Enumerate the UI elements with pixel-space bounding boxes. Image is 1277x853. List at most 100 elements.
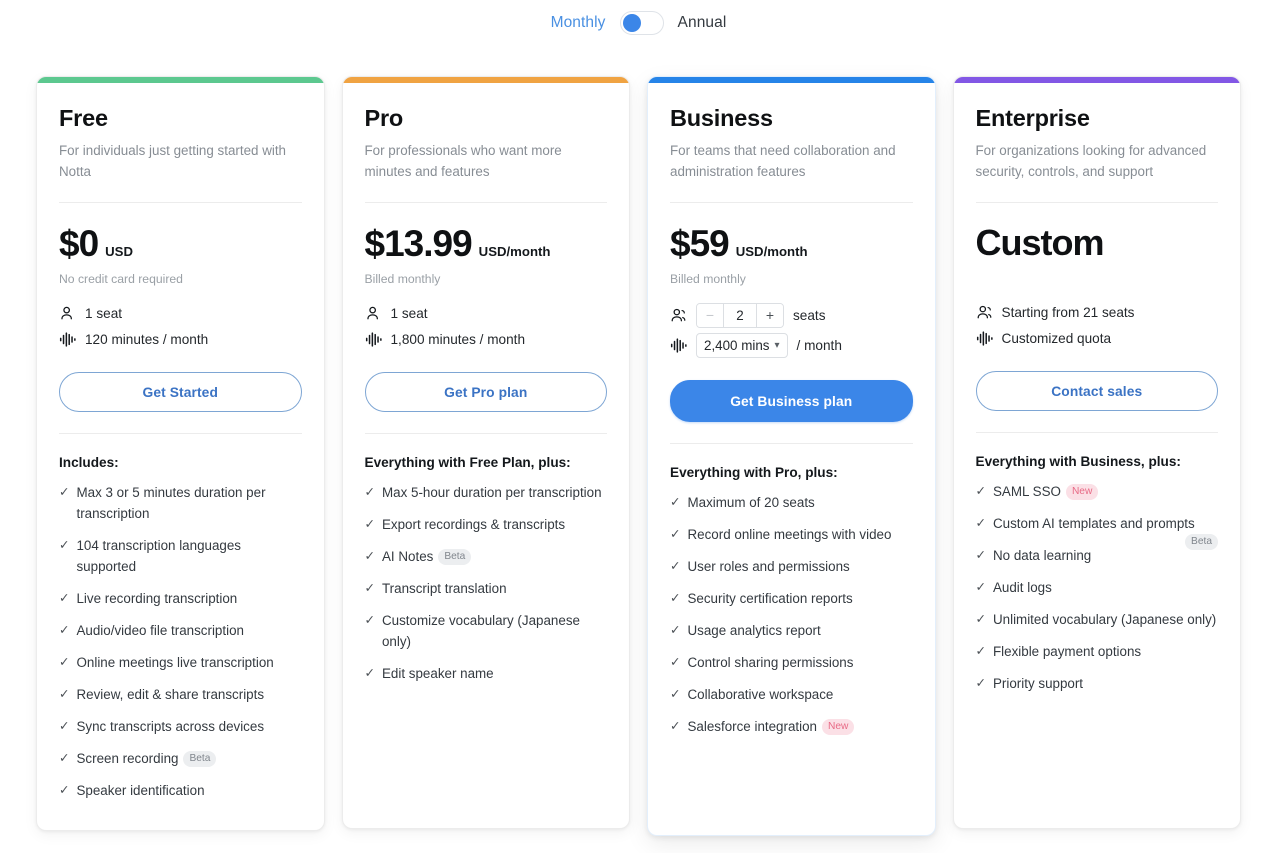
feature-item: ✓ Max 5-hour duration per transcription [365, 482, 608, 503]
price-note: Billed monthly [670, 272, 746, 286]
billing-period-toggle[interactable] [619, 11, 664, 35]
minutes-quota-select[interactable]: 2,400 mins ▾ [696, 332, 788, 358]
feature-item: ✓ Flexible payment options [976, 641, 1219, 662]
feature-item: ✓ Audit logs [976, 577, 1219, 598]
check-icon: ✓ [59, 538, 70, 552]
minutes-suffix-label: / month [796, 337, 842, 353]
pricing-card-free: Free For individuals just getting started… [36, 76, 325, 831]
feature-item: ✓ 104 transcription languages supported [59, 535, 302, 577]
plan-description: For individuals just getting started wit… [59, 143, 287, 179]
plan-cta-button[interactable]: Get Business plan [670, 380, 913, 422]
plan-meta-list: 1 seat 120 minutes / month [59, 300, 302, 352]
seats-increment-button[interactable]: + [757, 303, 783, 327]
feature-item: ✓ Live recording transcription [59, 588, 302, 609]
feature-item: ✓ Control sharing permissions [670, 652, 913, 673]
features-title: Everything with Business, plus: [975, 454, 1181, 469]
feature-item: ✓ Audio/video file transcription [59, 620, 302, 641]
check-icon: ✓ [364, 666, 375, 680]
feature-item: ✓ Edit speaker name [365, 663, 608, 684]
feature-label: 104 transcription languages supported [76, 538, 242, 574]
feature-label: Audio/video file transcription [76, 623, 244, 638]
seats-label: 1 seat [85, 305, 123, 321]
check-icon: ✓ [59, 591, 70, 605]
check-icon: ✓ [670, 655, 681, 669]
plan-cta-button[interactable]: Contact sales [975, 371, 1218, 411]
features-list: ✓ Maximum of 20 seats ✓ Record online meeti… [670, 492, 913, 737]
seats-label: Starting from 21 seats [1001, 304, 1135, 320]
billing-monthly-label[interactable]: Monthly [551, 14, 606, 32]
seats-decrement-button[interactable]: − [697, 303, 723, 327]
price-note [976, 271, 1219, 287]
feature-label: Review, edit & share transcripts [76, 687, 265, 702]
check-icon: ✓ [670, 591, 681, 605]
card-divider-top [364, 202, 607, 203]
feature-label: Edit speaker name [381, 666, 494, 681]
feature-item: ✓ Transcript translation [365, 578, 608, 599]
card-divider-top [975, 202, 1218, 203]
billing-period-toggle-bar: Monthly Annual [0, 0, 1277, 46]
waveform-icon [365, 331, 382, 347]
price-amount: Custom [975, 222, 1105, 263]
seats-stepper[interactable]: −2 + [696, 302, 784, 328]
people-icon [671, 308, 686, 321]
person-icon [366, 306, 378, 319]
chevron-down-icon: ▾ [774, 339, 780, 351]
check-icon: ✓ [975, 548, 986, 562]
plan-description: For organizations looking for advanced s… [975, 143, 1207, 179]
card-accent-bar [953, 77, 1240, 83]
card-divider-bottom [670, 443, 913, 444]
check-icon: ✓ [59, 719, 70, 733]
feature-badge-beta: Beta [438, 549, 472, 566]
seats-label: 1 seat [390, 305, 428, 321]
seats-row: Starting from 21 seats [976, 299, 1219, 325]
price-row: $59 USD/month [670, 225, 913, 262]
check-icon: ✓ [975, 676, 986, 690]
waveform-icon [59, 331, 76, 347]
minutes-row: Customized quota [976, 325, 1219, 351]
seats-control-row: −2 + seats [670, 300, 913, 330]
card-accent-bar [648, 77, 935, 83]
price-amount: $0 [59, 223, 99, 264]
feature-label: Record online meetings with video [687, 527, 892, 542]
waveform-icon [976, 330, 993, 346]
plan-cta-button[interactable]: Get Started [59, 372, 302, 412]
check-icon: ✓ [670, 719, 681, 733]
feature-item: ✓ AI Notes Beta [365, 546, 608, 567]
price-unit: USD [105, 244, 133, 259]
check-icon: ✓ [670, 495, 681, 509]
plan-cta-button[interactable]: Get Pro plan [364, 372, 607, 412]
feature-item: ✓ Screen recording Beta [59, 748, 302, 769]
check-icon: ✓ [975, 612, 986, 626]
feature-badge-beta: Beta [183, 751, 217, 768]
minutes-quota-value: 2,400 mins [704, 337, 770, 353]
feature-item: ✓ No data learning [976, 545, 1219, 566]
check-icon: ✓ [364, 549, 375, 563]
feature-item: ✓ Online meetings live transcription [59, 652, 302, 673]
people-icon [977, 305, 991, 318]
check-icon: ✓ [670, 687, 681, 701]
card-divider-bottom [59, 433, 302, 434]
feature-badge-new: New [1065, 484, 1099, 501]
feature-label: Max 5-hour duration per transcription [381, 485, 602, 500]
features-list: ✓ Max 3 or 5 minutes duration per transcr… [59, 482, 302, 801]
feature-label: Collaborative workspace [687, 687, 834, 702]
feature-label: Screen recording Beta [76, 748, 301, 769]
check-icon: ✓ [670, 527, 681, 541]
plan-name: Business [670, 105, 773, 131]
card-accent-bar [342, 77, 629, 83]
feature-label: Customize vocabulary (Japanese only) [381, 613, 580, 649]
check-icon: ✓ [975, 644, 986, 658]
feature-label: Flexible payment options [992, 644, 1142, 659]
billing-annual-label[interactable]: Annual [678, 14, 727, 32]
feature-label: Security certification reports [687, 591, 853, 606]
check-icon: ✓ [59, 655, 70, 669]
price-note: Billed monthly [364, 272, 441, 286]
feature-label: Custom AI templates and prompts Beta [993, 513, 1218, 550]
feature-item: ✓ SAML SSO New [976, 481, 1219, 502]
check-icon: ✓ [975, 580, 986, 594]
check-icon: ✓ [364, 517, 375, 531]
card-divider-top [670, 202, 913, 203]
plan-name: Free [59, 105, 108, 131]
price-unit: USD/month [478, 244, 551, 259]
feature-label: Priority support [992, 676, 1084, 691]
